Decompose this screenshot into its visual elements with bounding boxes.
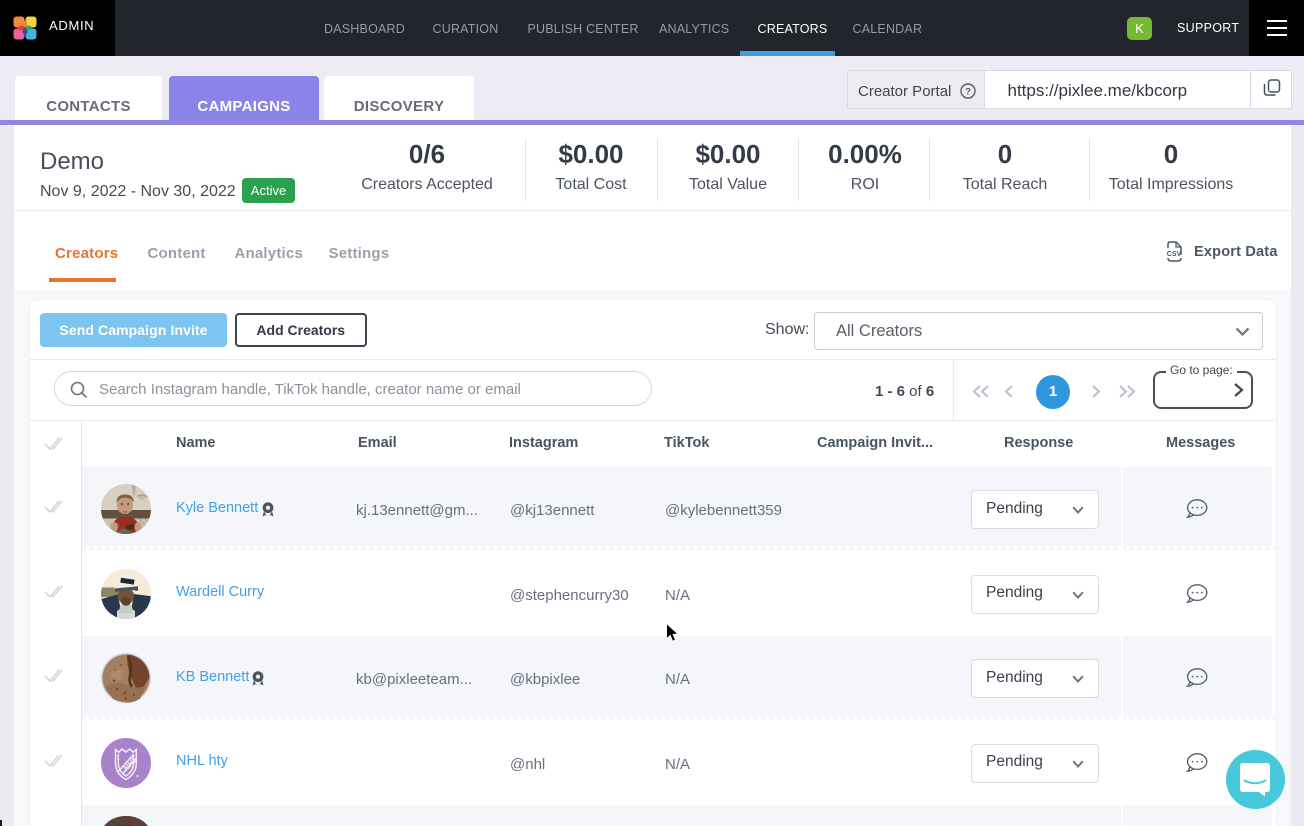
svg-text:CSV: CSV	[1167, 251, 1182, 258]
svg-text:?: ?	[965, 87, 971, 98]
